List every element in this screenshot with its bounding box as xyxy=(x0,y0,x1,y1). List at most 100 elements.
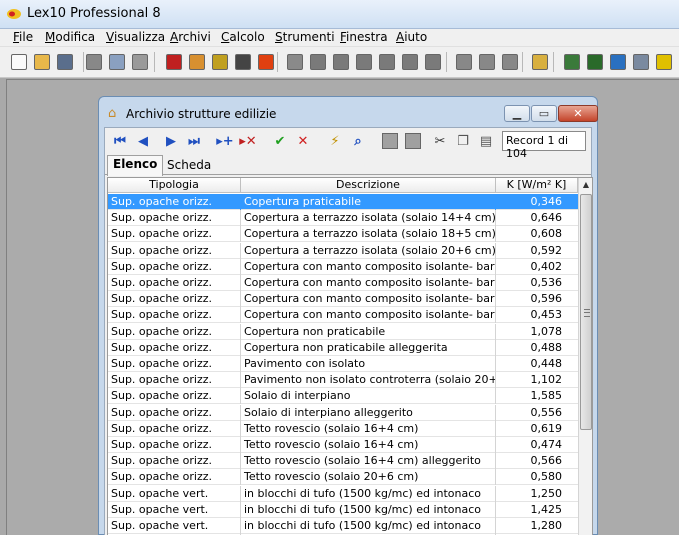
cell-k: 0,346 xyxy=(530,195,563,208)
zoom-icon xyxy=(310,54,326,70)
zoom-button[interactable] xyxy=(354,52,374,72)
table-row[interactable]: Sup. opache orizz. Tetto rovescio (solaio… xyxy=(108,420,578,437)
window-button[interactable] xyxy=(233,52,253,72)
cell-descrizione: Copertura a terrazzo isolata (solaio 18+… xyxy=(241,226,496,243)
chart-button[interactable] xyxy=(210,52,230,72)
cell-tipologia: Sup. opache orizz. xyxy=(108,291,241,308)
doc-button[interactable] xyxy=(500,52,520,72)
last-record-button[interactable]: ⏭ xyxy=(184,131,204,151)
menu-strumenti[interactable]: Strumenti xyxy=(275,30,335,44)
column-header-tipologia[interactable]: Tipologia xyxy=(108,178,241,193)
doc-button[interactable] xyxy=(477,52,497,72)
doc-button[interactable] xyxy=(454,52,474,72)
table-row[interactable]: Sup. opache orizz. Copertura praticabile 0… xyxy=(108,194,578,210)
table-row[interactable]: Sup. opache orizz. Tetto rovescio (solaio… xyxy=(108,453,578,470)
cell-descrizione: Copertura con manto composito isolante- … xyxy=(241,307,496,324)
prev-record-button[interactable]: ◀ xyxy=(133,131,153,151)
table-row[interactable]: Sup. opache orizz. Copertura non praticab… xyxy=(108,323,578,340)
tool-icon xyxy=(287,54,303,70)
menu-file[interactable]: File xyxy=(13,30,33,44)
table-row[interactable]: Sup. opache vert. in blocchi di tufo (150… xyxy=(108,518,578,534)
menu-aiuto[interactable]: Aiuto xyxy=(396,30,427,44)
vertical-scrollbar[interactable]: ▲ xyxy=(578,178,592,535)
list-button[interactable] xyxy=(530,52,550,72)
table-row[interactable]: Sup. opache orizz. Copertura a terrazzo i… xyxy=(108,226,578,243)
cell-descrizione: Pavimento con isolato xyxy=(241,356,496,372)
gt-button[interactable] xyxy=(585,52,605,72)
cut-record-button[interactable]: ✂ xyxy=(430,131,450,151)
tab-elenco[interactable]: Elenco xyxy=(107,155,164,176)
close-button[interactable]: ✕ xyxy=(558,105,598,122)
zoom-button[interactable] xyxy=(423,52,443,72)
zoom-button[interactable] xyxy=(308,52,328,72)
table-row[interactable]: Sup. opache orizz. Pavimento con isolato 0… xyxy=(108,356,578,372)
image-icon[interactable] xyxy=(403,131,423,151)
image-icon[interactable] xyxy=(380,131,400,151)
save-icon xyxy=(57,54,73,70)
table-row[interactable]: Sup. opache orizz. Copertura non praticab… xyxy=(108,339,578,356)
next-record-button[interactable]: ▶ xyxy=(161,131,181,151)
cell-k: 1,078 xyxy=(530,324,563,338)
cell-tipologia: Sup. opache orizz. xyxy=(108,323,241,340)
scroll-thumb[interactable] xyxy=(580,194,592,430)
menu-visualizza[interactable]: Visualizza xyxy=(106,30,165,44)
cell-descrizione: Copertura con manto composito isolante- … xyxy=(241,258,496,275)
tab-scheda[interactable]: Scheda xyxy=(162,157,216,175)
menu-archivi[interactable]: Archivi xyxy=(170,30,211,44)
table-row[interactable]: Sup. opache orizz. Solaio di interpiano a… xyxy=(108,404,578,421)
column-header-descrizione[interactable]: Descrizione xyxy=(241,178,496,193)
book-button[interactable] xyxy=(562,52,582,72)
new-button[interactable] xyxy=(9,52,29,72)
copy-record-button[interactable]: ❐ xyxy=(453,131,473,151)
delete-record-button[interactable]: ▸✕ xyxy=(238,131,258,151)
window-titlebar[interactable]: ⌂ Archivio strutture edilizie ▁ ▭ ✕ xyxy=(99,97,598,127)
zoom-button[interactable] xyxy=(377,52,397,72)
table-row[interactable]: Sup. opache vert. in blocchi di tufo (150… xyxy=(108,501,578,518)
open-button[interactable] xyxy=(32,52,52,72)
paste-button[interactable] xyxy=(130,52,150,72)
table-row[interactable]: Sup. opache orizz. Copertura a terrazzo i… xyxy=(108,210,578,227)
gear-button[interactable] xyxy=(631,52,651,72)
table-row[interactable]: Sup. opache orizz. Tetto rovescio (solaio… xyxy=(108,437,578,453)
grid-button[interactable] xyxy=(164,52,184,72)
copy-button[interactable] xyxy=(107,52,127,72)
confirm-record-button[interactable]: ✔ xyxy=(270,131,290,151)
zoom-button[interactable] xyxy=(400,52,420,72)
globe-button[interactable] xyxy=(608,52,628,72)
table-row[interactable]: Sup. opache orizz. Copertura a terrazzo i… xyxy=(108,242,578,259)
menu-modifica[interactable]: Modifica xyxy=(45,30,95,44)
column-header-k[interactable]: K [W/m² K] xyxy=(496,178,578,193)
lightning-button[interactable] xyxy=(654,52,674,72)
maximize-button[interactable]: ▭ xyxy=(531,105,557,122)
find-record-button[interactable]: ⌕ xyxy=(348,131,368,151)
house-button[interactable] xyxy=(187,52,207,72)
zoom-icon xyxy=(425,54,441,70)
table-row[interactable]: Sup. opache orizz. Copertura con manto co… xyxy=(108,307,578,324)
table-row[interactable]: Sup. opache orizz. Solaio di interpiano 1,… xyxy=(108,388,578,405)
cell-descrizione: Solaio di interpiano alleggerito xyxy=(241,404,496,421)
table-row[interactable]: Sup. opache orizz. Copertura con manto co… xyxy=(108,258,578,275)
table-row[interactable]: Sup. opache orizz. Tetto rovescio (solaio… xyxy=(108,469,578,486)
table-row[interactable]: Sup. opache orizz. Pavimento non isolato … xyxy=(108,372,578,389)
minimize-button[interactable]: ▁ xyxy=(504,105,530,122)
tool-button[interactable] xyxy=(285,52,305,72)
cell-tipologia: Sup. opache orizz. xyxy=(108,258,241,275)
table-row[interactable]: Sup. opache vert. in blocchi di tufo (150… xyxy=(108,485,578,502)
insert-record-button[interactable]: ▸+ xyxy=(215,131,235,151)
menu-finestra[interactable]: Finestra xyxy=(340,30,388,44)
filter-record-button[interactable]: ⚡ xyxy=(325,131,345,151)
zoom-button[interactable] xyxy=(331,52,351,72)
cut-button[interactable] xyxy=(84,52,104,72)
new-icon xyxy=(11,54,27,70)
table-row[interactable]: Sup. opache orizz. Copertura con manto co… xyxy=(108,275,578,291)
cancel-record-button[interactable]: ✕ xyxy=(293,131,313,151)
table-row[interactable]: Sup. opache orizz. Copertura con manto co… xyxy=(108,291,578,308)
save-button[interactable] xyxy=(55,52,75,72)
first-record-button[interactable]: ⏮ xyxy=(110,131,130,151)
menu-calcolo[interactable]: Calcolo xyxy=(221,30,265,44)
fire-button[interactable] xyxy=(256,52,276,72)
doc-icon xyxy=(456,54,472,70)
cell-descrizione: Pavimento non isolato controterra (solai… xyxy=(241,372,496,389)
paste-record-button[interactable]: ▤ xyxy=(476,131,496,151)
scroll-up-icon[interactable]: ▲ xyxy=(579,178,592,192)
